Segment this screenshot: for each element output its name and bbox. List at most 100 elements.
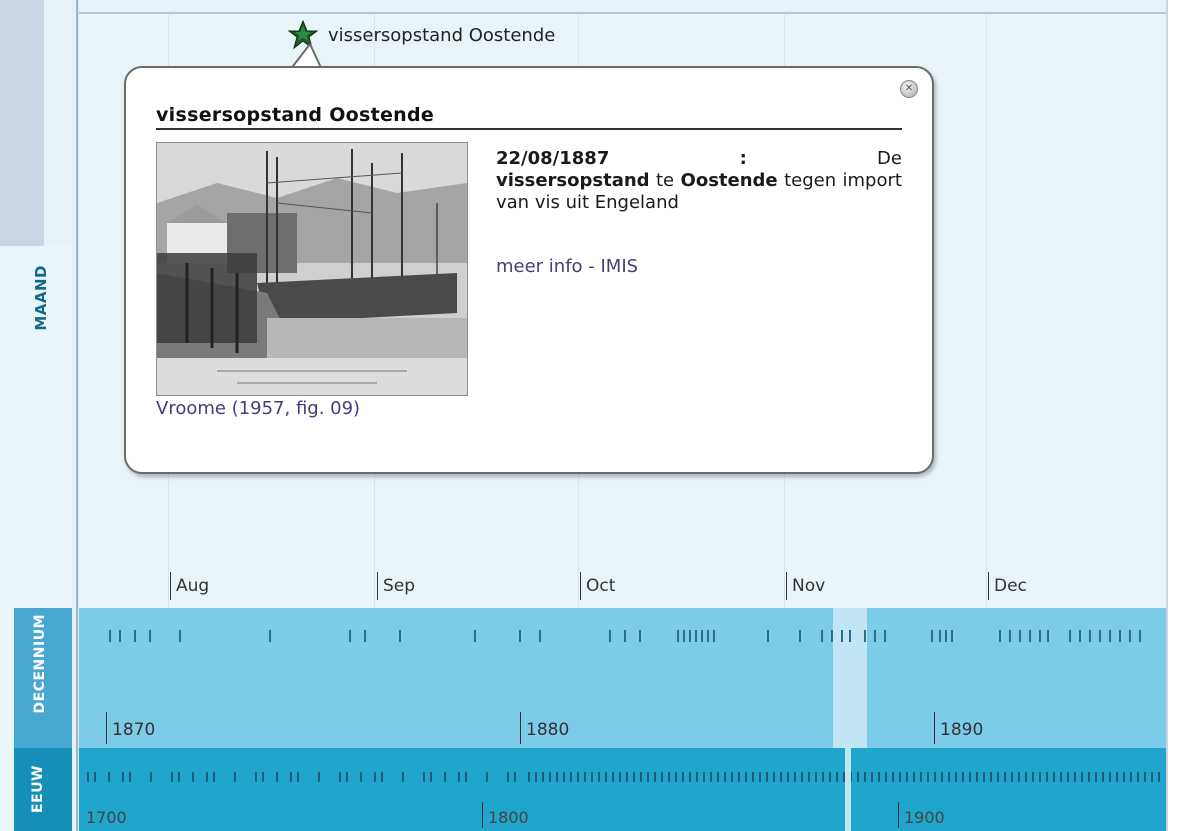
eeuw-event-tick [983,772,985,782]
decennium-event-tick [999,630,1001,642]
eeuw-event-tick [654,772,656,782]
decennium-event-tick [134,630,136,642]
eeuw-event-tick [94,772,96,782]
right-edge [1166,0,1180,831]
decennium-event-tick [349,630,351,642]
decennium-event-tick [639,630,641,642]
month-tick [580,572,581,600]
eeuw-event-tick [948,772,950,782]
eeuw-event-tick [591,772,593,782]
decennium-event-tick [179,630,181,642]
century-label: 1800 [482,802,529,828]
more-info-link[interactable]: meer info - IMIS [496,256,638,277]
eeuw-event-tick [1067,772,1069,782]
eeuw-event-tick [577,772,579,782]
eeuw-event-tick [717,772,719,782]
decennium-event-tick [609,630,611,642]
eeuw-event-tick [486,772,488,782]
decennium-event-tick [539,630,541,642]
eeuw-event-tick [710,772,712,782]
eeuw-event-tick [1032,772,1034,782]
eeuw-event-tick [444,772,446,782]
decennium-event-tick [149,630,151,642]
month-label: Sep [377,572,415,600]
decade-label: 1890 [934,712,983,744]
eeuw-event-tick [87,772,89,782]
description-keyword: vissersopstand [496,170,650,191]
eeuw-event-tick [836,772,838,782]
decennium-event-tick [624,630,626,642]
eeuw-event-tick [745,772,747,782]
decennium-event-tick [1047,630,1049,642]
event-description: 22/08/1887 : De vissersopstand te Oosten… [496,148,902,214]
event-photo [156,142,468,396]
eeuw-event-tick [801,772,803,782]
month-label: Oct [580,572,615,600]
eeuw-event-tick [206,772,208,782]
eeuw-event-tick [129,772,131,782]
decennium-event-tick [683,630,685,642]
decennium-event-tick [1019,630,1021,642]
eeuw-event-tick [507,772,509,782]
eeuw-event-tick [640,772,642,782]
month-label: Dec [988,572,1027,600]
decennium-event-tick [884,630,886,642]
eeuw-event-tick [962,772,964,782]
decennium-event-tick [701,630,703,642]
decennium-event-tick [1109,630,1111,642]
eeuw-event-tick [626,772,628,782]
decennium-event-tick [269,630,271,642]
description-keyword: Oostende [680,170,778,191]
decennium-event-tick [1069,630,1071,642]
eeuw-event-tick [255,772,257,782]
eeuw-band[interactable] [79,748,1166,831]
eeuw-event-tick [731,772,733,782]
decennium-event-tick [874,630,876,642]
eeuw-event-tick [234,772,236,782]
eeuw-event-tick [906,772,908,782]
eeuw-event-tick [1011,772,1013,782]
image-source-link[interactable]: Vroome (1957, fig. 09) [156,398,360,419]
eeuw-event-tick [808,772,810,782]
eeuw-event-tick [605,772,607,782]
decennium-event-tick [364,630,366,642]
eeuw-event-tick [1095,772,1097,782]
eeuw-event-tick [584,772,586,782]
eeuw-event-tick [1123,772,1125,782]
decennium-event-tick [689,630,691,642]
eeuw-event-tick [570,772,572,782]
eeuw-event-tick [1025,772,1027,782]
eeuw-event-tick [108,772,110,782]
eeuw-event-tick [913,772,915,782]
decade-label: 1870 [106,712,155,744]
decennium-event-tick [707,630,709,642]
eeuw-event-tick [213,772,215,782]
eeuw-event-tick [178,772,180,782]
eeuw-event-tick [885,772,887,782]
decennium-event-tick [931,630,933,642]
decennium-band[interactable] [79,608,1166,748]
eeuw-event-tick [1018,772,1020,782]
decennium-event-tick [1129,630,1131,642]
decennium-event-tick [119,630,121,642]
month-label: Nov [786,572,825,600]
eeuw-event-tick [192,772,194,782]
eeuw-event-tick [675,772,677,782]
popup-title: vissersopstand Oostende [156,104,902,130]
eeuw-event-tick [598,772,600,782]
eeuw-event-tick [1144,772,1146,782]
eeuw-event-tick [780,772,782,782]
eeuw-event-tick [920,772,922,782]
eeuw-event-tick [150,772,152,782]
decennium-event-tick [841,630,843,642]
decennium-event-tick [1039,630,1041,642]
eeuw-event-tick [703,772,705,782]
eeuw-event-tick [360,772,362,782]
eeuw-event-tick [829,772,831,782]
decennium-event-tick [713,630,715,642]
close-icon[interactable]: ✕ [900,80,918,98]
eeuw-event-tick [276,772,278,782]
eeuw-event-tick [689,772,691,782]
corner-panel [0,0,44,246]
eeuw-event-tick [1088,772,1090,782]
